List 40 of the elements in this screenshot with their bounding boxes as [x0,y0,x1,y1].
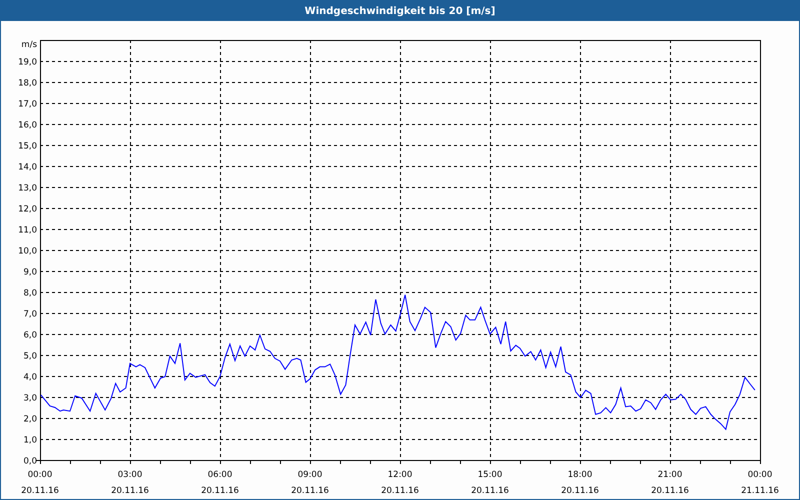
x-tick-label: 00:00 [748,470,772,480]
date-label: 20.11.16 [561,486,599,496]
y-tick-label: 9,0 [23,268,37,278]
y-tick-label: 13,0 [18,184,37,194]
date-label: 20.11.16 [651,486,689,496]
y-tick-label: 6,0 [23,330,37,340]
x-tick-label: 12:00 [388,470,412,480]
x-tick-label: 03:00 [118,470,142,480]
y-tick-label: 15,0 [18,142,37,152]
x-tick-label: 21:00 [658,470,682,480]
date-label: 21.11.16 [741,486,779,496]
y-tick-label: 2,0 [23,414,37,424]
y-tick-label: 16,0 [18,120,37,130]
y-tick-label: 17,0 [18,100,37,110]
date-label: 20.11.16 [381,486,419,496]
x-tick-label: 06:00 [208,470,232,480]
x-tick-label: 18:00 [568,470,592,480]
y-tick-label: 1,0 [23,436,37,446]
y-tick-label: 12,0 [18,204,37,214]
x-tick-label: 00:00 [28,470,52,480]
y-tick-label: 11,0 [18,226,37,236]
y-tick-label: 19,0 [18,58,37,68]
x-tick-label: 15:00 [478,470,502,480]
y-tick-label: 3,0 [23,394,37,404]
y-tick-label: 5,0 [23,352,37,362]
y-tick-label: 8,0 [23,288,37,298]
date-label: 20.11.16 [111,486,149,496]
date-label: 20.11.16 [291,486,329,496]
y-tick-label: 10,0 [18,246,37,256]
y-tick-label: 14,0 [18,162,37,172]
y-tick-label: 0,0 [23,456,37,466]
y-tick-label: 18,0 [18,78,37,88]
y-tick-label: 7,0 [23,310,37,320]
y-axis-unit: m/s [21,40,37,50]
date-label: 20.11.16 [21,486,59,496]
date-label: 20.11.16 [471,486,509,496]
y-tick-label: 4,0 [23,372,37,382]
window-title: Windgeschwindigkeit bis 20 [m/s] [1,1,799,21]
date-label: 20.11.16 [201,486,239,496]
x-tick-label: 09:00 [298,470,322,480]
